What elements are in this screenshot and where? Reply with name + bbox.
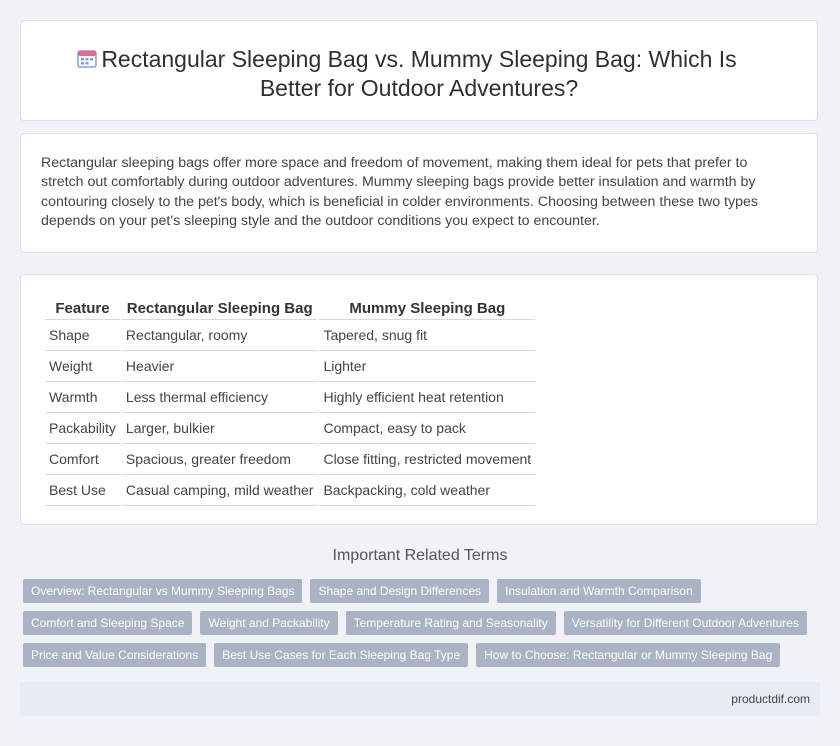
tag-row: Overview: Rectangular vs Mummy Sleeping … xyxy=(23,579,813,603)
page-title: Rectangular Sleeping Bag vs. Mummy Sleep… xyxy=(101,46,737,101)
comparison-table: Feature Rectangular Sleeping Bag Mummy S… xyxy=(43,295,537,506)
table-cell: Best Use xyxy=(45,475,120,506)
related-term-tag[interactable]: Versatility for Different Outdoor Advent… xyxy=(563,611,807,635)
table-cell: Less thermal efficiency xyxy=(121,382,318,413)
table-cell: Close fitting, restricted movement xyxy=(319,444,536,475)
column-header: Feature xyxy=(45,295,120,320)
intro-card: Rectangular sleeping bags offer more spa… xyxy=(20,133,818,253)
related-terms-list: Overview: Rectangular vs Mummy Sleeping … xyxy=(23,579,813,675)
table-cell: Heavier xyxy=(121,351,318,382)
table-cell: Shape xyxy=(45,320,120,351)
tag-row: Price and Value Considerations Best Use … xyxy=(23,643,813,667)
table-row: Best Use Casual camping, mild weather Ba… xyxy=(45,475,536,506)
table-cell: Weight xyxy=(45,351,120,382)
related-term-tag[interactable]: Insulation and Warmth Comparison xyxy=(497,579,701,603)
footer-site-link[interactable]: productdif.com xyxy=(731,692,810,706)
related-term-tag[interactable]: Comfort and Sleeping Space xyxy=(23,611,193,635)
table-cell: Lighter xyxy=(319,351,536,382)
column-header: Rectangular Sleeping Bag xyxy=(121,295,318,320)
column-header: Mummy Sleeping Bag xyxy=(319,295,536,320)
comparison-card: Feature Rectangular Sleeping Bag Mummy S… xyxy=(20,274,818,525)
footer: productdif.com xyxy=(20,682,820,716)
table-cell: Compact, easy to pack xyxy=(319,413,536,444)
intro-paragraph: Rectangular sleeping bags offer more spa… xyxy=(41,155,758,229)
related-term-tag[interactable]: Best Use Cases for Each Sleeping Bag Typ… xyxy=(214,643,469,667)
table-cell: Warmth xyxy=(45,382,120,413)
related-term-tag[interactable]: Weight and Packability xyxy=(200,611,338,635)
table-row: Comfort Spacious, greater freedom Close … xyxy=(45,444,536,475)
related-term-tag[interactable]: Temperature Rating and Seasonality xyxy=(345,611,556,635)
table-cell: Tapered, snug fit xyxy=(319,320,536,351)
related-term-tag[interactable]: Price and Value Considerations xyxy=(23,643,207,667)
related-term-tag[interactable]: Shape and Design Differences xyxy=(310,579,489,603)
table-row: Warmth Less thermal efficiency Highly ef… xyxy=(45,382,536,413)
related-term-tag[interactable]: How to Choose: Rectangular or Mummy Slee… xyxy=(476,643,781,667)
tag-row: Comfort and Sleeping Space Weight and Pa… xyxy=(23,611,813,635)
table-row: Shape Rectangular, roomy Tapered, snug f… xyxy=(45,320,536,351)
table-cell: Casual camping, mild weather xyxy=(121,475,318,506)
table-cell: Spacious, greater freedom xyxy=(121,444,318,475)
table-cell: Rectangular, roomy xyxy=(121,320,318,351)
table-cell: Backpacking, cold weather xyxy=(319,475,536,506)
table-cell: Larger, bulkier xyxy=(121,413,318,444)
related-terms-heading: Important Related Terms xyxy=(332,547,508,564)
title-card: Rectangular Sleeping Bag vs. Mummy Sleep… xyxy=(20,20,818,121)
related-term-tag[interactable]: Overview: Rectangular vs Mummy Sleeping … xyxy=(23,579,303,603)
table-cell: Comfort xyxy=(45,444,120,475)
table-row: Weight Heavier Lighter xyxy=(45,351,536,382)
table-row: Packability Larger, bulkier Compact, eas… xyxy=(45,413,536,444)
table-cell: Packability xyxy=(45,413,120,444)
table-header-row: Feature Rectangular Sleeping Bag Mummy S… xyxy=(45,295,536,320)
table-cell: Highly efficient heat retention xyxy=(319,382,536,413)
